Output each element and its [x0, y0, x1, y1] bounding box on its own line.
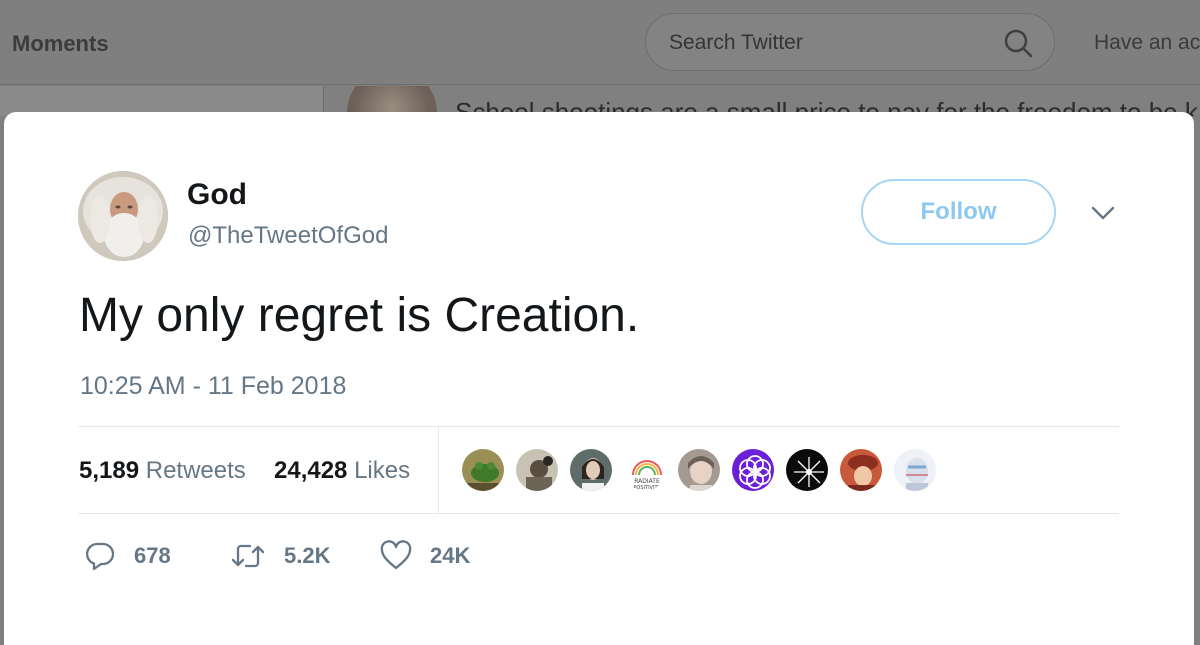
liker-avatar[interactable]: RADIATE POSITIVITY: [622, 447, 668, 493]
reply-action[interactable]: 678: [84, 540, 171, 572]
retweets-count: 5,189: [79, 457, 140, 484]
liker-avatar[interactable]: [568, 447, 614, 493]
stats-vertical-divider: [438, 426, 439, 514]
follow-button[interactable]: Follow: [861, 179, 1056, 245]
author-name[interactable]: God: [187, 178, 247, 212]
search-box[interactable]: Search Twitter: [645, 13, 1055, 71]
likes-label: Likes: [354, 457, 411, 484]
tweet-text: My only regret is Creation.: [79, 289, 640, 342]
login-prompt-text: Have an ac: [1094, 31, 1200, 54]
moments-nav-link[interactable]: Moments: [12, 31, 109, 57]
author-handle[interactable]: @TheTweetOfGod: [188, 222, 388, 250]
liker-avatar[interactable]: [730, 447, 776, 493]
stats-bottom-divider: [78, 513, 1119, 514]
liker-avatar[interactable]: [892, 447, 938, 493]
stats-top-divider: [78, 426, 1119, 427]
heart-icon: [380, 540, 412, 570]
svg-text:RADIATE: RADIATE: [634, 478, 660, 485]
retweet-count: 5.2K: [284, 543, 331, 568]
liker-avatar[interactable]: [676, 447, 722, 493]
chevron-down-icon[interactable]: [1090, 204, 1116, 222]
liker-avatar[interactable]: [460, 447, 506, 493]
likes-stat[interactable]: 24,428 Likes: [274, 457, 410, 485]
search-input[interactable]: Search Twitter: [669, 31, 803, 55]
liker-avatar[interactable]: [784, 447, 830, 493]
search-icon[interactable]: [1002, 27, 1034, 59]
liker-avatar[interactable]: [838, 447, 884, 493]
liker-avatar[interactable]: [514, 447, 560, 493]
reply-icon: [85, 542, 115, 571]
tweet-timestamp[interactable]: 10:25 AM - 11 Feb 2018: [80, 372, 346, 401]
top-navigation-bar: Moments Search Twitter Have an ac: [0, 0, 1200, 85]
likes-count: 24,428: [274, 457, 348, 484]
svg-text:POSITIVITY: POSITIVITY: [633, 485, 661, 491]
reply-count: 678: [134, 543, 171, 568]
retweet-action[interactable]: 5.2K: [230, 540, 330, 572]
retweets-stat[interactable]: 5,189 Retweets: [79, 457, 246, 485]
like-action[interactable]: 24K: [380, 540, 470, 572]
tweet-permalink-modal: God @TheTweetOfGod Follow My only regret…: [4, 112, 1194, 645]
like-count: 24K: [430, 543, 471, 568]
retweets-label: Retweets: [145, 457, 246, 484]
author-avatar[interactable]: [78, 171, 168, 261]
retweet-icon: [231, 544, 265, 568]
author-avatar-image: [78, 171, 168, 261]
